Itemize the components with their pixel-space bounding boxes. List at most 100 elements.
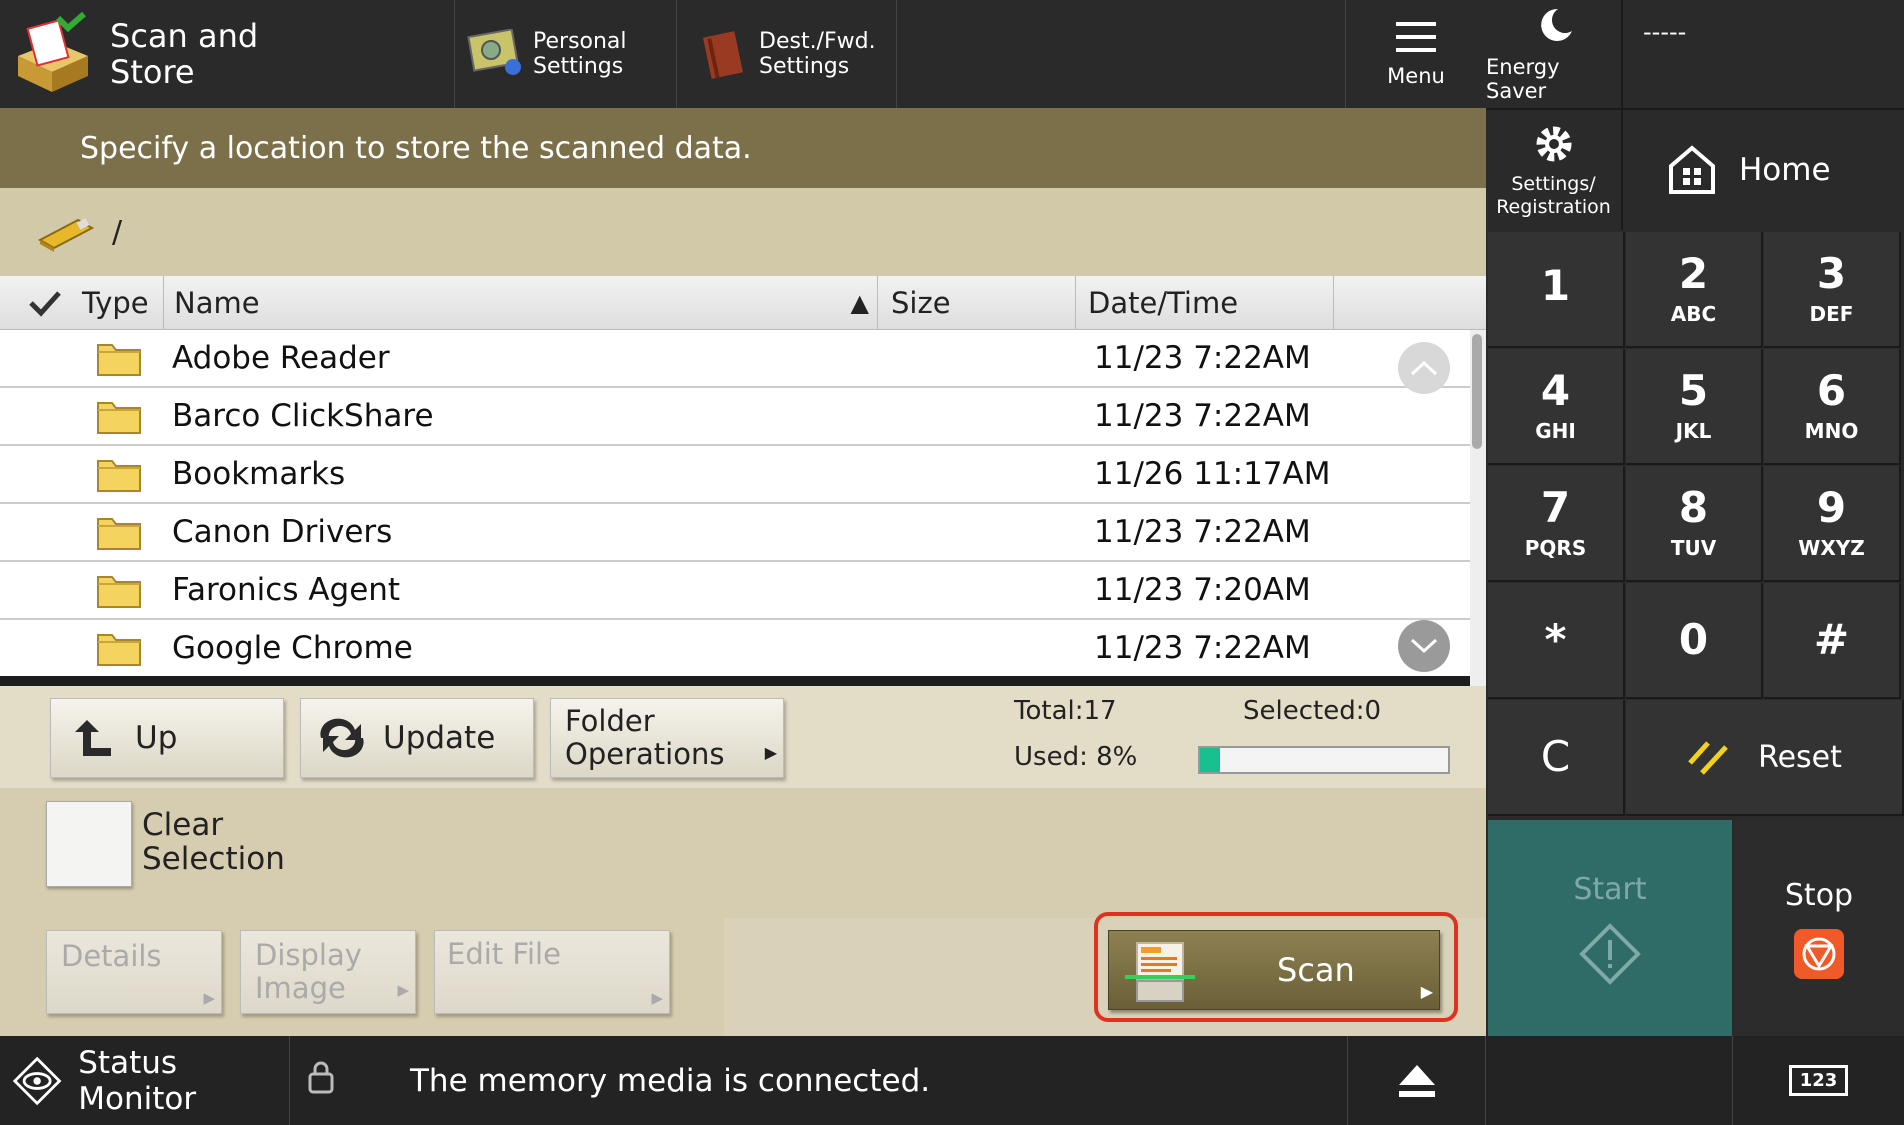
energy-saver-label: Energy Saver: [1486, 55, 1560, 103]
status-dashes: -----: [1643, 18, 1687, 46]
keypad-toggle-button[interactable]: 123: [1732, 1036, 1904, 1125]
settings-registration-button[interactable]: Settings/ Registration: [1486, 108, 1623, 230]
table-row[interactable]: Google Chrome 11/23 7:22AM: [0, 620, 1470, 676]
table-row[interactable]: Bookmarks 11/26 11:17AM: [0, 446, 1470, 504]
scroll-up-button[interactable]: [1398, 342, 1450, 394]
display-image-line1: Display: [255, 938, 362, 972]
key-0[interactable]: 0: [1626, 583, 1763, 699]
storage-usage-fill: [1200, 748, 1220, 772]
edit-file-button[interactable]: Edit File ▶: [434, 930, 670, 1014]
key-letters: TUV: [1670, 536, 1717, 560]
home-label: Home: [1739, 152, 1831, 188]
key-8[interactable]: 8 TUV: [1626, 466, 1763, 582]
energy-saver-button[interactable]: Energy Saver: [1486, 0, 1623, 108]
folder-operations-button[interactable]: Folder Operations ▶: [550, 698, 784, 778]
clear-selection-line1: Clear: [142, 807, 224, 843]
type-header-label: Type: [82, 286, 149, 320]
key-6[interactable]: 6 MNO: [1764, 349, 1901, 465]
column-header-name[interactable]: Name ▲: [164, 276, 878, 330]
key-1[interactable]: 1: [1488, 232, 1625, 348]
dest-fwd-line1: Dest./Fwd.: [759, 29, 876, 54]
key-letters: GHI: [1535, 419, 1576, 443]
update-button[interactable]: Update: [300, 698, 534, 778]
scroll-down-button[interactable]: [1398, 620, 1450, 672]
reset-button[interactable]: Reset: [1626, 700, 1904, 816]
folder-control-bar: Up Update Folder Operations ▶ Total:17 S…: [0, 686, 1486, 788]
key-digit: 8: [1678, 483, 1709, 532]
home-button[interactable]: Home: [1623, 108, 1904, 230]
key-5[interactable]: 5 JKL: [1626, 349, 1763, 465]
folder-ops-line2: Operations: [565, 737, 725, 771]
address-book-icon: [702, 31, 744, 79]
status-bar: Status Monitor The memory media is conne…: [0, 1036, 1904, 1125]
display-image-button[interactable]: Display Image ▶: [240, 930, 416, 1014]
clear-key[interactable]: C: [1488, 700, 1625, 816]
memory-media-icon: [38, 218, 94, 252]
table-row[interactable]: Canon Drivers 11/23 7:22AM: [0, 504, 1470, 562]
datetime-header-label: Date/Time: [1088, 286, 1239, 320]
eject-icon: [1398, 1064, 1435, 1097]
edit-file-label: Edit File: [447, 937, 561, 971]
personal-settings-icon: [467, 29, 521, 75]
scan-button[interactable]: Scan ▶: [1108, 930, 1440, 1010]
stop-button[interactable]: Stop: [1734, 820, 1904, 1036]
row-name: Adobe Reader: [172, 340, 390, 376]
table-row[interactable]: Adobe Reader 11/23 7:22AM: [0, 330, 1470, 388]
gear-icon: [1536, 126, 1571, 162]
folder-ops-line1: Folder: [565, 704, 655, 738]
key-2[interactable]: 2 ABC: [1626, 232, 1763, 348]
right-panel: Energy Saver ----- Settings/ Registratio…: [1486, 0, 1904, 1036]
start-label: Start: [1573, 871, 1647, 907]
action-area: Clear Selection Details ▶ Display Image …: [0, 788, 1486, 1036]
personal-settings-button[interactable]: Personal Settings: [455, 0, 677, 108]
table-row[interactable]: Barco ClickShare 11/23 7:22AM: [0, 388, 1470, 446]
key-hash[interactable]: #: [1764, 583, 1901, 699]
column-header-datetime[interactable]: Date/Time: [1076, 276, 1334, 330]
column-header-size[interactable]: Size: [878, 276, 1076, 330]
key-asterisk[interactable]: *: [1488, 583, 1625, 699]
table-row[interactable]: Faronics Agent 11/23 7:20AM: [0, 562, 1470, 620]
app-title-line2: Store: [110, 53, 195, 91]
device-screen: Scan and Store Personal Settings Dest./F…: [0, 0, 1904, 1125]
folder-icon: [97, 518, 141, 550]
key-4[interactable]: 4 GHI: [1488, 349, 1625, 465]
key-9[interactable]: 9 WXYZ: [1764, 466, 1901, 582]
submenu-arrow-icon: ▶: [397, 981, 409, 999]
up-arrow-icon: [75, 720, 111, 756]
key-digit: 0: [1678, 615, 1709, 664]
key-3[interactable]: 3 DEF: [1764, 232, 1901, 348]
key-digit: 3: [1816, 249, 1847, 298]
settings-line2: Registration: [1496, 196, 1611, 218]
eject-button[interactable]: [1347, 1036, 1486, 1125]
column-header-type[interactable]: Type: [0, 276, 164, 330]
app-title: Scan and Store: [0, 0, 455, 108]
app-title-line1: Scan and: [110, 17, 259, 55]
folder-icon: [97, 634, 141, 666]
key-letters: MNO: [1804, 419, 1859, 443]
stop-label: Stop: [1784, 877, 1854, 913]
row-name: Canon Drivers: [172, 514, 393, 550]
status-monitor-button[interactable]: Status Monitor: [0, 1036, 290, 1125]
key-7[interactable]: 7 PQRS: [1488, 466, 1625, 582]
file-list: Adobe Reader 11/23 7:22AM Barco ClickSha…: [0, 330, 1470, 676]
menu-button[interactable]: Menu: [1345, 0, 1486, 108]
chevron-up-icon: [1410, 360, 1438, 376]
dest-fwd-line2: Settings: [759, 54, 850, 79]
file-table-header: Type Name ▲ Size Date/Time: [0, 276, 1486, 330]
submenu-arrow-icon: ▶: [203, 989, 215, 1007]
folder-icon: [97, 576, 141, 608]
row-datetime: 11/23 7:22AM: [1094, 514, 1311, 550]
row-datetime: 11/26 11:17AM: [1094, 456, 1331, 492]
settings-line1: Settings/: [1511, 173, 1596, 195]
row-datetime: 11/23 7:22AM: [1094, 398, 1311, 434]
details-button[interactable]: Details ▶: [46, 930, 222, 1014]
up-button[interactable]: Up: [50, 698, 284, 778]
clear-selection-checkbox[interactable]: [46, 801, 132, 887]
start-button[interactable]: Start: [1488, 820, 1732, 1036]
list-scrollbar-thumb[interactable]: [1472, 334, 1482, 449]
scan-label: Scan: [1277, 951, 1355, 989]
submenu-arrow-icon: ▶: [764, 743, 777, 762]
checkmark-icon: [29, 291, 61, 317]
display-image-line2: Image: [255, 971, 346, 1005]
dest-fwd-settings-button[interactable]: Dest./Fwd. Settings: [677, 0, 897, 108]
